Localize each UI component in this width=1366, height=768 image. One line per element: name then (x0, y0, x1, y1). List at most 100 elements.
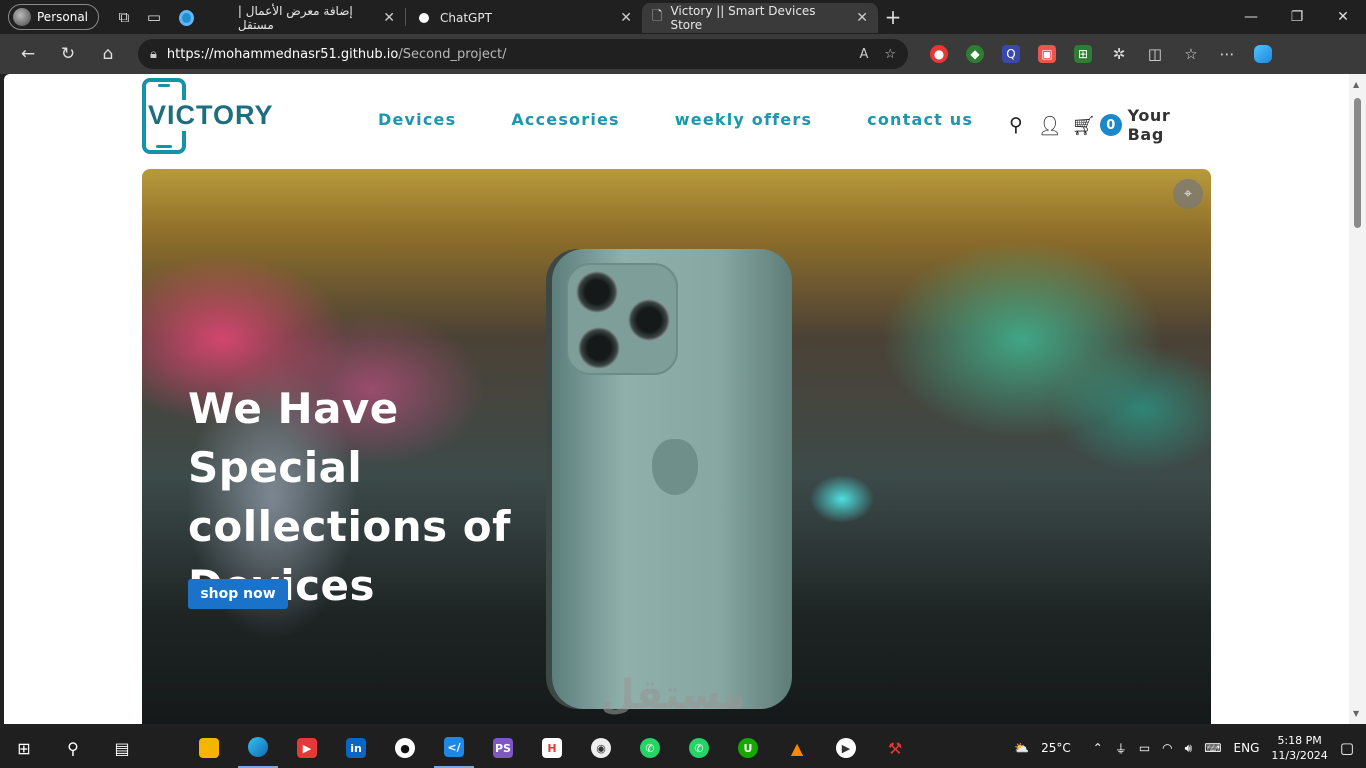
page-icon: 🗋 (652, 9, 663, 24)
grid-extension-icon[interactable]: ⊞ (1074, 45, 1092, 63)
workspaces-icon[interactable]: ⧉ (109, 2, 139, 32)
adblock-extension-icon[interactable]: ● (930, 45, 948, 63)
copilot-icon[interactable] (1254, 45, 1272, 63)
hero-banner: ⌖ We Have Special collections of Devices… (142, 169, 1211, 724)
window-controls: — ❐ ✕ (1228, 9, 1366, 25)
weather-temp[interactable]: 25°C (1041, 741, 1071, 755)
mostaql-favicon (179, 10, 194, 26)
close-icon[interactable]: ✕ (856, 10, 868, 26)
close-icon[interactable]: ✕ (383, 10, 395, 26)
app-h-icon[interactable]: H (532, 728, 572, 768)
tab-title: إضافة معرض الأعمال | مستقل (237, 4, 353, 32)
battery-icon[interactable]: ▭ (1139, 741, 1150, 755)
profile-button[interactable]: Personal (8, 4, 100, 30)
language-indicator[interactable]: ENG (1234, 741, 1260, 755)
site-logo[interactable]: VICTORY (142, 78, 276, 154)
logo-text: VICTORY (148, 100, 276, 131)
system-tray: ⛅ 25°C ⌃ ⏚ ▭ ◠ 🔊︎ ⌨ ENG 5:18 PM 11/3/202… (1014, 733, 1366, 763)
shield-extension-icon[interactable]: ▣ (1038, 45, 1056, 63)
clock[interactable]: 5:18 PM 11/3/2024 (1271, 733, 1327, 763)
linkedin-icon[interactable]: in (336, 728, 376, 768)
close-icon[interactable]: ✕ (620, 10, 632, 26)
header-actions: ⚲ 👤︎ 🛒︎ 0 Your Bag (1006, 106, 1212, 144)
search-icon[interactable]: ⚲ (1006, 114, 1026, 136)
search-icon[interactable]: ⚲ (53, 728, 93, 768)
media-player-icon[interactable]: ▶ (826, 728, 866, 768)
upwork-icon[interactable]: U (728, 728, 768, 768)
tab-mostaql[interactable]: إضافة معرض الأعمال | مستقل ✕ (169, 3, 405, 33)
address-toolbar: ← ↻ ⌂ 🔒︎ https://mohammednasr51.github.i… (0, 34, 1366, 74)
iphone-image (552, 249, 792, 709)
chevron-up-icon[interactable]: ⌃ (1093, 741, 1103, 755)
close-window-button[interactable]: ✕ (1320, 9, 1366, 25)
wifi-icon[interactable]: ◠ (1162, 741, 1172, 755)
volume-icon[interactable]: 🔊︎ (1185, 741, 1193, 756)
apple-logo (652, 439, 698, 495)
whatsapp-business-icon[interactable]: ✆ (679, 728, 719, 768)
github-icon[interactable]: ● (385, 728, 425, 768)
bag-button[interactable]: 🛒︎ 0 Your Bag (1071, 106, 1212, 144)
vscode-icon[interactable]: </ (434, 728, 474, 768)
nav-devices[interactable]: Devices (378, 110, 456, 129)
nav-weekly-offers[interactable]: weekly offers (675, 110, 812, 129)
address-bar[interactable]: 🔒︎ https://mohammednasr51.github.io/Seco… (138, 39, 908, 69)
weather-icon[interactable]: ⛅ (1014, 741, 1029, 755)
q-extension-icon[interactable]: Q (1002, 45, 1020, 63)
scroll-up-icon[interactable]: ▲ (1353, 80, 1359, 89)
camera-lens (576, 271, 618, 313)
chrome-extension-icon[interactable]: ◆ (966, 45, 984, 63)
tab-chatgpt[interactable]: ChatGPT ✕ (406, 3, 642, 33)
profile-avatar (13, 8, 31, 26)
lock-icon: 🔒︎ (150, 46, 157, 62)
home-icon[interactable]: ⌂ (88, 38, 128, 70)
nav-accesories[interactable]: Accesories (511, 110, 619, 129)
keyboard-icon[interactable]: ⌨ (1204, 741, 1221, 755)
clock-time: 5:18 PM (1277, 734, 1322, 747)
page-scrollbar[interactable]: ▲ ▼ (1349, 74, 1366, 724)
user-icon[interactable]: 👤︎ (1038, 114, 1062, 137)
new-tab-button[interactable]: + (878, 2, 908, 32)
back-icon[interactable]: ← (8, 38, 48, 70)
favorites-icon[interactable]: ☆ (1182, 45, 1200, 63)
notifications-icon[interactable]: ▢ (1340, 739, 1354, 757)
visual-search-icon[interactable]: ⌖ (1173, 179, 1203, 209)
site-header: VICTORY Devices Accesories weekly offers… (142, 74, 1212, 169)
more-menu-icon[interactable]: ⋯ (1218, 45, 1236, 63)
split-screen-icon[interactable]: ◫ (1146, 45, 1164, 63)
extensions-icon[interactable]: ✲ (1110, 45, 1128, 63)
cart-icon: 🛒︎ (1071, 114, 1096, 137)
minimize-button[interactable]: — (1228, 9, 1274, 25)
clock-date: 11/3/2024 (1271, 749, 1328, 762)
vlc-icon[interactable]: ▲ (777, 728, 817, 768)
edge-icon[interactable] (238, 728, 278, 768)
read-aloud-icon[interactable]: A (859, 47, 868, 62)
tab-title: ChatGPT (440, 11, 492, 25)
main-nav: Devices Accesories weekly offers contact… (378, 110, 973, 129)
browser-tab-bar: Personal ⧉ ▭ إضافة معرض الأعمال | مستقل … (0, 0, 1366, 34)
phpstorm-icon[interactable]: PS (483, 728, 523, 768)
scroll-down-icon[interactable]: ▼ (1353, 709, 1359, 718)
tools-icon[interactable]: ⚒ (875, 728, 915, 768)
windows-start-icon[interactable]: ⊞ (4, 728, 44, 768)
task-view-icon[interactable]: ▤ (102, 728, 142, 768)
shop-now-button[interactable]: shop now (188, 579, 288, 609)
tab-victory[interactable]: 🗋 Victory || Smart Devices Store ✕ (642, 3, 879, 33)
tab-actions-icon[interactable]: ▭ (139, 2, 169, 32)
youtube-icon[interactable]: ▶ (287, 728, 327, 768)
windows-taskbar: ⊞ ⚲ ▤ ▶ in ● </ PS H ◉ ✆ ✆ U ▲ ▶ ⚒ ⛅ 25°… (0, 728, 1366, 768)
puppy-app-icon[interactable]: ◉ (581, 728, 621, 768)
bag-label: Your Bag (1127, 106, 1171, 144)
url-host: https://mohammednasr51.github.io (166, 46, 399, 62)
file-explorer-icon[interactable] (189, 728, 229, 768)
usb-icon[interactable]: ⏚ (1115, 740, 1127, 757)
extensions-bar: ● ◆ Q ▣ ⊞ ✲ ◫ ☆ ⋯ (930, 45, 1272, 63)
whatsapp-icon[interactable]: ✆ (630, 728, 670, 768)
restore-button[interactable]: ❐ (1274, 9, 1320, 25)
profile-label: Personal (37, 10, 89, 24)
favorite-star-icon[interactable]: ☆ (884, 47, 896, 62)
camera-lens (578, 327, 620, 369)
nav-contact-us[interactable]: contact us (867, 110, 973, 129)
camera-module (566, 263, 678, 375)
refresh-icon[interactable]: ↻ (48, 38, 88, 70)
scrollbar-thumb[interactable] (1354, 98, 1361, 228)
